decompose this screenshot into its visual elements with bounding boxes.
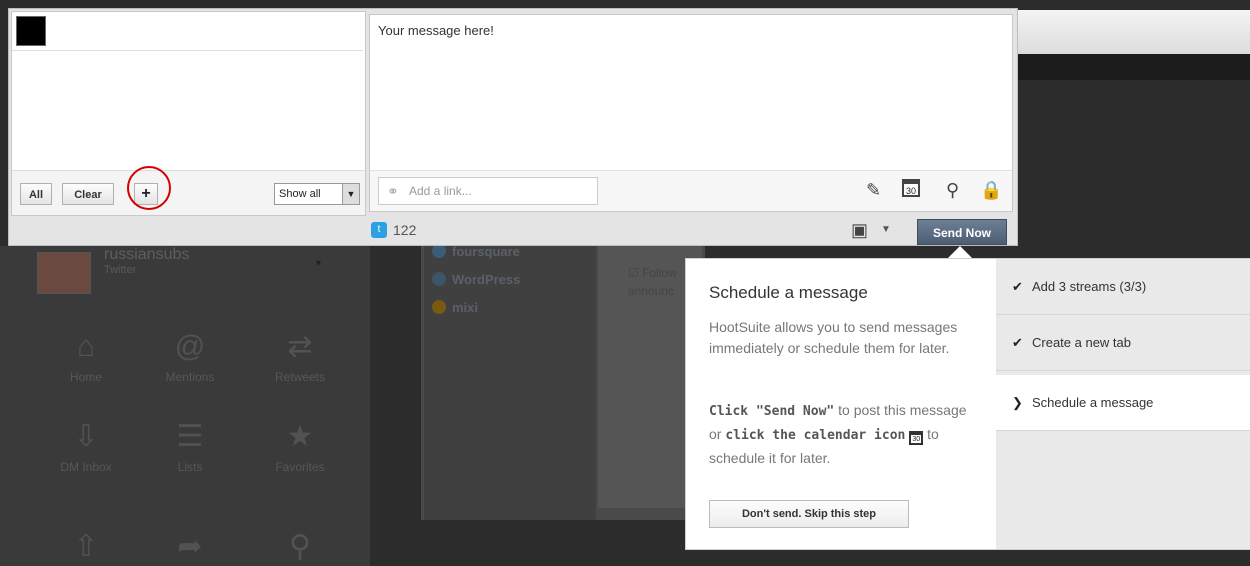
network-item-wordpress: WordPress — [432, 272, 520, 287]
profile-network: Twitter — [104, 264, 137, 276]
inbox-icon: ⇩ — [73, 420, 99, 453]
background-sidebar — [0, 246, 370, 566]
checkmark-icon: ✔ — [1012, 335, 1023, 350]
tooltip-arrow — [948, 246, 972, 258]
nav-label: DM Inbox — [60, 460, 112, 474]
list-icon: ☰ — [176, 420, 204, 453]
mixi-icon — [432, 300, 446, 314]
location-icon[interactable]: ⚲ — [946, 180, 959, 200]
checkmark-icon: ✔ — [1012, 279, 1023, 294]
network-item-foursquare: foursquare — [432, 244, 520, 259]
tour-title: Schedule a message — [709, 283, 868, 302]
wordpress-icon — [432, 272, 446, 286]
tour-step-schedule-message[interactable]: ❯ Schedule a message — [996, 375, 1250, 431]
search-icon: ⚲ — [289, 530, 311, 563]
add-link-input[interactable]: ⚭ Add a link... — [378, 177, 598, 205]
tour-steps: ✔ Add 3 streams (3/3) ✔ Create a new tab ❯… — [996, 259, 1250, 549]
chevron-down-icon: ▼ — [314, 258, 323, 268]
nav-label: Lists — [177, 460, 203, 474]
nav-label: Home — [69, 370, 102, 384]
show-filter-value: Show all — [279, 188, 321, 200]
highlight-circle — [127, 166, 171, 210]
network-item-mixi: mixi — [432, 300, 478, 315]
link-placeholder: Add a link... — [409, 184, 472, 198]
follow-checkbox: ☑ Follow — [628, 266, 677, 280]
show-filter-select[interactable]: Show all ▼ — [274, 183, 360, 205]
nav-outbox: ⇧ — [36, 530, 136, 564]
nav-favorites: ★ Favorites — [250, 420, 350, 474]
share-icon: ➦ — [177, 530, 203, 563]
select-all-button[interactable]: All — [20, 183, 52, 205]
star-icon: ★ — [286, 420, 314, 453]
chevron-down-icon[interactable]: ▼ — [881, 224, 891, 235]
character-count: 122 — [393, 222, 417, 238]
home-icon: ⌂ — [76, 330, 96, 363]
tour-step-add-streams[interactable]: ✔ Add 3 streams (3/3) — [996, 259, 1250, 315]
at-icon: @ — [174, 330, 206, 363]
nav-search: ⚲ — [250, 530, 350, 564]
message-toolbar: ⚭ Add a link... ✎ 30 ⚲ 🔒 — [370, 170, 1012, 211]
profile-name: russiansubs — [104, 246, 190, 263]
save-draft-icon[interactable]: ▣ — [851, 220, 868, 241]
link-icon: ⚭ — [387, 183, 399, 199]
nav-lists: ☰ Lists — [140, 420, 240, 474]
selected-profiles[interactable] — [12, 12, 363, 51]
calendar-icon[interactable]: 30 — [902, 179, 920, 197]
profile-picker-toolbar: All Clear + Show all ▼ — [12, 170, 365, 215]
retweet-icon: ⇄ — [287, 330, 313, 363]
announce-text: announc — [628, 284, 675, 298]
nav-mentions: @ Mentions — [140, 330, 240, 384]
message-box[interactable]: Your message here! ⚭ Add a link... ✎ 30 … — [369, 14, 1013, 212]
calendar-icon: 30 — [909, 431, 924, 445]
outbox-icon: ⇧ — [73, 530, 99, 563]
nav-retweets: ⇄ Retweets — [250, 330, 350, 384]
send-now-button[interactable]: Send Now — [917, 219, 1007, 245]
lock-icon[interactable]: 🔒 — [980, 180, 1002, 200]
tour-instructions: Click "Send Now" to post this message or… — [709, 402, 967, 466]
chevron-down-icon: ▼ — [342, 184, 359, 204]
tour-content: Schedule a message HootSuite allows you … — [686, 259, 996, 549]
nav-dm-inbox: ⇩ DM Inbox — [36, 420, 136, 474]
attachment-icon[interactable]: ✎ — [866, 180, 881, 200]
profile-picker: All Clear + Show all ▼ — [11, 11, 366, 216]
nav-label: Retweets — [274, 370, 326, 384]
nav-label: Mentions — [165, 370, 215, 384]
clear-button[interactable]: Clear — [62, 183, 114, 205]
network-list — [424, 246, 596, 520]
composer-footer: t 122 ▣ ▼ Send Now — [369, 217, 1011, 245]
selected-profile-avatar[interactable] — [16, 16, 46, 46]
twitter-icon: t — [371, 222, 387, 238]
nav-home: ⌂ Home — [36, 330, 136, 384]
nav-label: Favorites — [275, 460, 325, 474]
tour-step-create-tab[interactable]: ✔ Create a new tab — [996, 315, 1250, 371]
app-header-bar — [1015, 54, 1250, 80]
tour-tooltip: Schedule a message HootSuite allows you … — [685, 258, 1250, 550]
app-header-strip — [1015, 10, 1250, 54]
profile-avatar — [37, 252, 91, 294]
nav-share: ➦ — [140, 530, 240, 564]
chevron-right-icon: ❯ — [1012, 395, 1023, 410]
message-textarea[interactable]: Your message here! — [378, 23, 494, 38]
tour-description: HootSuite allows you to send messages im… — [709, 319, 958, 356]
message-composer: All Clear + Show all ▼ Your message here… — [8, 8, 1018, 246]
foursquare-icon — [432, 244, 446, 258]
skip-step-button[interactable]: Don't send. Skip this step — [709, 500, 909, 528]
